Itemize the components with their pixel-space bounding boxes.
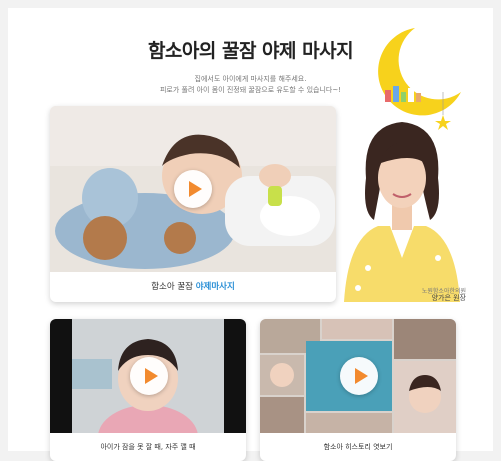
video-card-history[interactable]: 함소아 히스토리 엿보기 [260, 319, 456, 461]
main-video-thumbnail[interactable] [50, 106, 336, 272]
video-thumbnail-sleep[interactable] [50, 319, 246, 433]
video-card-sleep[interactable]: 아이가 잠을 못 잘 때, 자주 깰 때 [50, 319, 246, 461]
doctor-portrait [344, 122, 460, 302]
video-thumbnail-history[interactable] [260, 319, 456, 433]
play-icon[interactable] [130, 357, 168, 395]
page: 함소아의 꿀잠 야제 마사지 집에서도 아이에게 마사지를 해주세요. 피로가 … [8, 8, 493, 461]
main-video-card[interactable]: 함소아 꿀잠 야제마사지 [50, 106, 336, 302]
video-caption-history[interactable]: 함소아 히스토리 엿보기 [260, 433, 456, 461]
main-video-caption-prefix: 함소아 꿀잠 [151, 282, 193, 292]
doctor-name: 양가은 원장 [431, 294, 466, 302]
main-video-caption[interactable]: 함소아 꿀잠 야제마사지 [50, 272, 336, 302]
play-icon[interactable] [340, 357, 378, 395]
video-caption-sleep[interactable]: 아이가 잠을 못 잘 때, 자주 깰 때 [50, 433, 246, 461]
main-video-caption-highlight: 야제마사지 [195, 282, 235, 292]
play-icon[interactable] [174, 170, 212, 208]
